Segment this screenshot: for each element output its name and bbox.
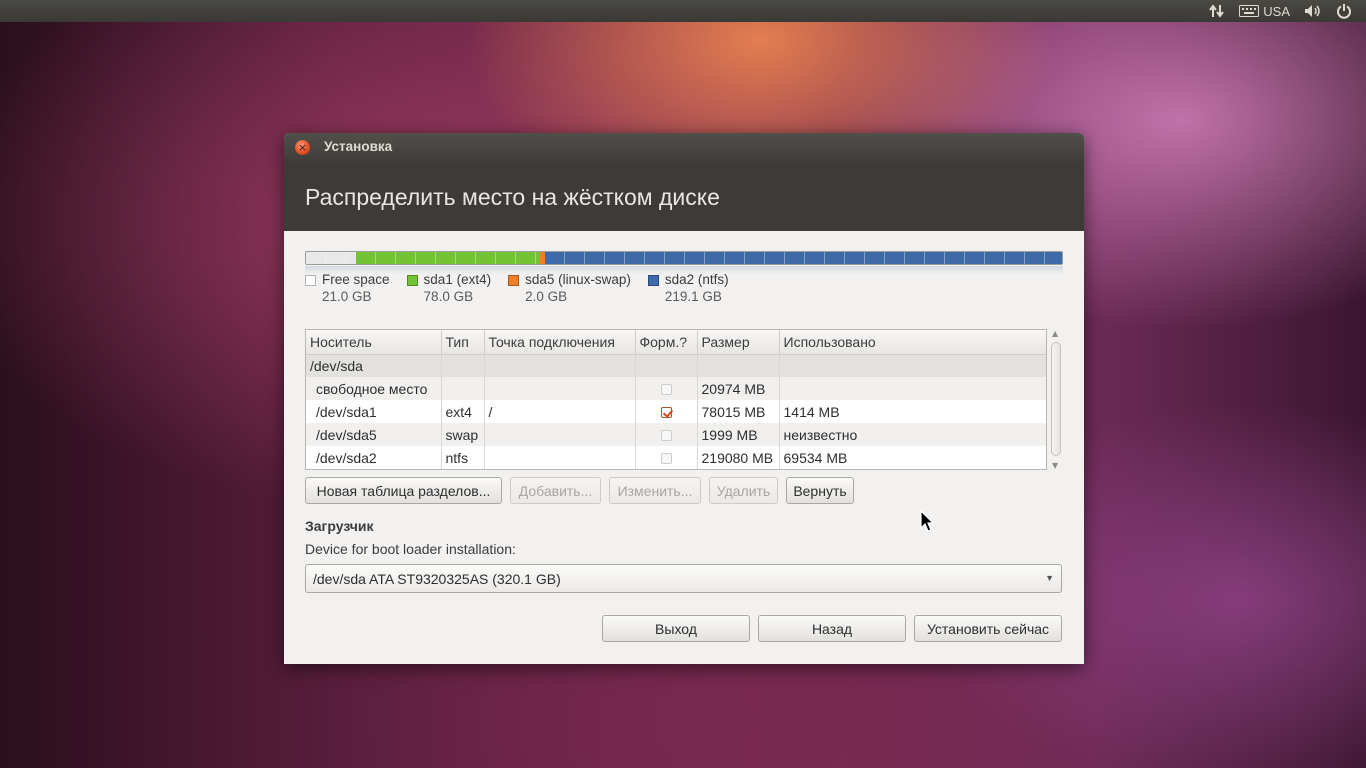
legend-swatch <box>305 275 316 286</box>
scroll-up-icon[interactable]: ▲ <box>1052 329 1058 338</box>
cell-device: /dev/sda5 <box>306 423 442 446</box>
install-now-button[interactable]: Установить сейчас <box>914 615 1062 642</box>
partition-table[interactable]: Носитель Тип Точка подключения Форм.? Ра… <box>305 329 1047 470</box>
cell-mount <box>484 446 636 469</box>
legend-label: sda5 (linux-swap) <box>525 272 631 287</box>
table-scrollbar[interactable]: ▲ ▼ <box>1049 329 1063 470</box>
column-header-format[interactable]: Форм.? <box>635 330 698 355</box>
legend-swatch <box>406 275 418 286</box>
scrollbar-thumb[interactable] <box>1051 342 1061 456</box>
legend-swatch <box>647 275 659 286</box>
volume-icon[interactable] <box>1304 4 1322 18</box>
cell-used: 69534 MB <box>779 446 1046 469</box>
window-titlebar[interactable]: × Установка <box>284 133 1084 162</box>
cell-used: 1414 MB <box>779 400 1046 423</box>
power-icon[interactable] <box>1336 3 1352 19</box>
mouse-cursor-icon <box>920 509 935 536</box>
format-checkbox[interactable] <box>660 384 672 396</box>
legend-item-sda2: sda2 (ntfs) 219.1 GB <box>647 272 729 304</box>
partition-bar-segment <box>306 252 356 264</box>
revert-button[interactable]: Вернуть <box>786 477 854 504</box>
partition-bar <box>305 251 1063 265</box>
bootloader-field-label: Device for boot loader installation: <box>305 541 516 557</box>
delete-partition-button[interactable]: Удалить <box>709 477 778 504</box>
table-header-row: Носитель Тип Точка подключения Форм.? Ра… <box>306 330 1046 355</box>
table-row[interactable]: /dev/sda1 ext4 / 78015 MB 1414 MB <box>306 400 1046 423</box>
format-checkbox[interactable] <box>660 430 672 442</box>
page-header: Распределить место на жёстком диске <box>284 162 1084 231</box>
cell-mount <box>484 377 636 400</box>
cell-size: 20974 MB <box>697 377 780 400</box>
change-partition-button[interactable]: Изменить... <box>609 477 701 504</box>
cell-size: 1999 MB <box>697 423 780 446</box>
legend-label: sda2 (ntfs) <box>664 272 729 287</box>
bootloader-section-label: Загрузчик <box>305 518 374 534</box>
cell-size: 219080 MB <box>697 446 780 469</box>
column-header-mount[interactable]: Точка подключения <box>484 330 636 355</box>
system-tray: USA <box>1209 0 1366 22</box>
cell-used: неизвестно <box>779 423 1046 446</box>
cell-used <box>779 377 1046 400</box>
table-row[interactable]: /dev/sda5 swap 1999 MB неизвестно <box>306 423 1046 446</box>
keyboard-indicator[interactable]: USA <box>1239 4 1290 19</box>
cell-mount <box>484 423 636 446</box>
column-header-used[interactable]: Использовано <box>779 330 1046 355</box>
installer-window: × Установка Распределить место на жёстко… <box>284 133 1084 664</box>
bootloader-selected-value: /dev/sda ATA ST9320325AS (320.1 GB) <box>313 570 561 587</box>
legend-item-sda5: sda5 (linux-swap) 2.0 GB <box>508 272 631 304</box>
keyboard-layout-label: USA <box>1263 3 1290 19</box>
column-header-size[interactable]: Размер <box>697 330 780 355</box>
bootloader-device-select[interactable]: /dev/sda ATA ST9320325AS (320.1 GB) ▼ <box>305 564 1062 593</box>
add-partition-button[interactable]: Добавить... <box>510 477 601 504</box>
cell-type: swap <box>441 423 485 446</box>
legend-size: 219.1 GB <box>664 289 722 304</box>
cell-device: свободное место <box>306 377 442 400</box>
column-header-device[interactable]: Носитель <box>306 330 442 355</box>
quit-button[interactable]: Выход <box>602 615 750 642</box>
close-icon[interactable]: × <box>295 140 310 155</box>
format-checkbox[interactable] <box>660 407 672 419</box>
legend-size: 2.0 GB <box>525 289 568 304</box>
table-row[interactable]: свободное место 20974 MB <box>306 377 1046 400</box>
legend-size: 78.0 GB <box>423 289 474 304</box>
partition-bar-segment <box>544 252 1062 264</box>
format-checkbox[interactable] <box>660 453 672 465</box>
legend-label: Free space <box>322 272 390 287</box>
partition-legend: Free space 21.0 GB sda1 (ext4) 78.0 GB s… <box>305 272 746 304</box>
cell-device: /dev/sda2 <box>306 446 442 469</box>
legend-size: 21.0 GB <box>322 289 372 304</box>
scroll-down-icon[interactable]: ▼ <box>1052 461 1058 470</box>
back-button[interactable]: Назад <box>758 615 906 642</box>
network-arrows-icon[interactable] <box>1209 3 1225 19</box>
partition-bar-segment <box>355 252 540 264</box>
cell-type: ntfs <box>441 446 485 469</box>
cell-mount: / <box>484 400 636 423</box>
cell-size: 78015 MB <box>697 400 780 423</box>
chevron-down-icon: ▼ <box>1045 573 1054 583</box>
window-title: Установка <box>324 139 393 154</box>
top-panel: USA <box>0 0 1366 22</box>
new-partition-table-button[interactable]: Новая таблица разделов... <box>305 477 502 504</box>
legend-label: sda1 (ext4) <box>423 272 492 287</box>
column-header-type[interactable]: Тип <box>441 330 485 355</box>
table-row-disk[interactable]: /dev/sda <box>306 354 1046 377</box>
legend-item-sda1: sda1 (ext4) 78.0 GB <box>406 272 492 304</box>
table-row[interactable]: /dev/sda2 ntfs 219080 MB 69534 MB <box>306 446 1046 469</box>
cell-type: ext4 <box>441 400 485 423</box>
keyboard-icon <box>1239 5 1260 17</box>
legend-swatch <box>508 275 520 286</box>
legend-item-free: Free space 21.0 GB <box>305 272 390 304</box>
cell-type <box>441 377 485 400</box>
page-title: Распределить место на жёстком диске <box>305 184 720 210</box>
cell-device: /dev/sda1 <box>306 400 442 423</box>
disk-name: /dev/sda <box>306 354 442 377</box>
